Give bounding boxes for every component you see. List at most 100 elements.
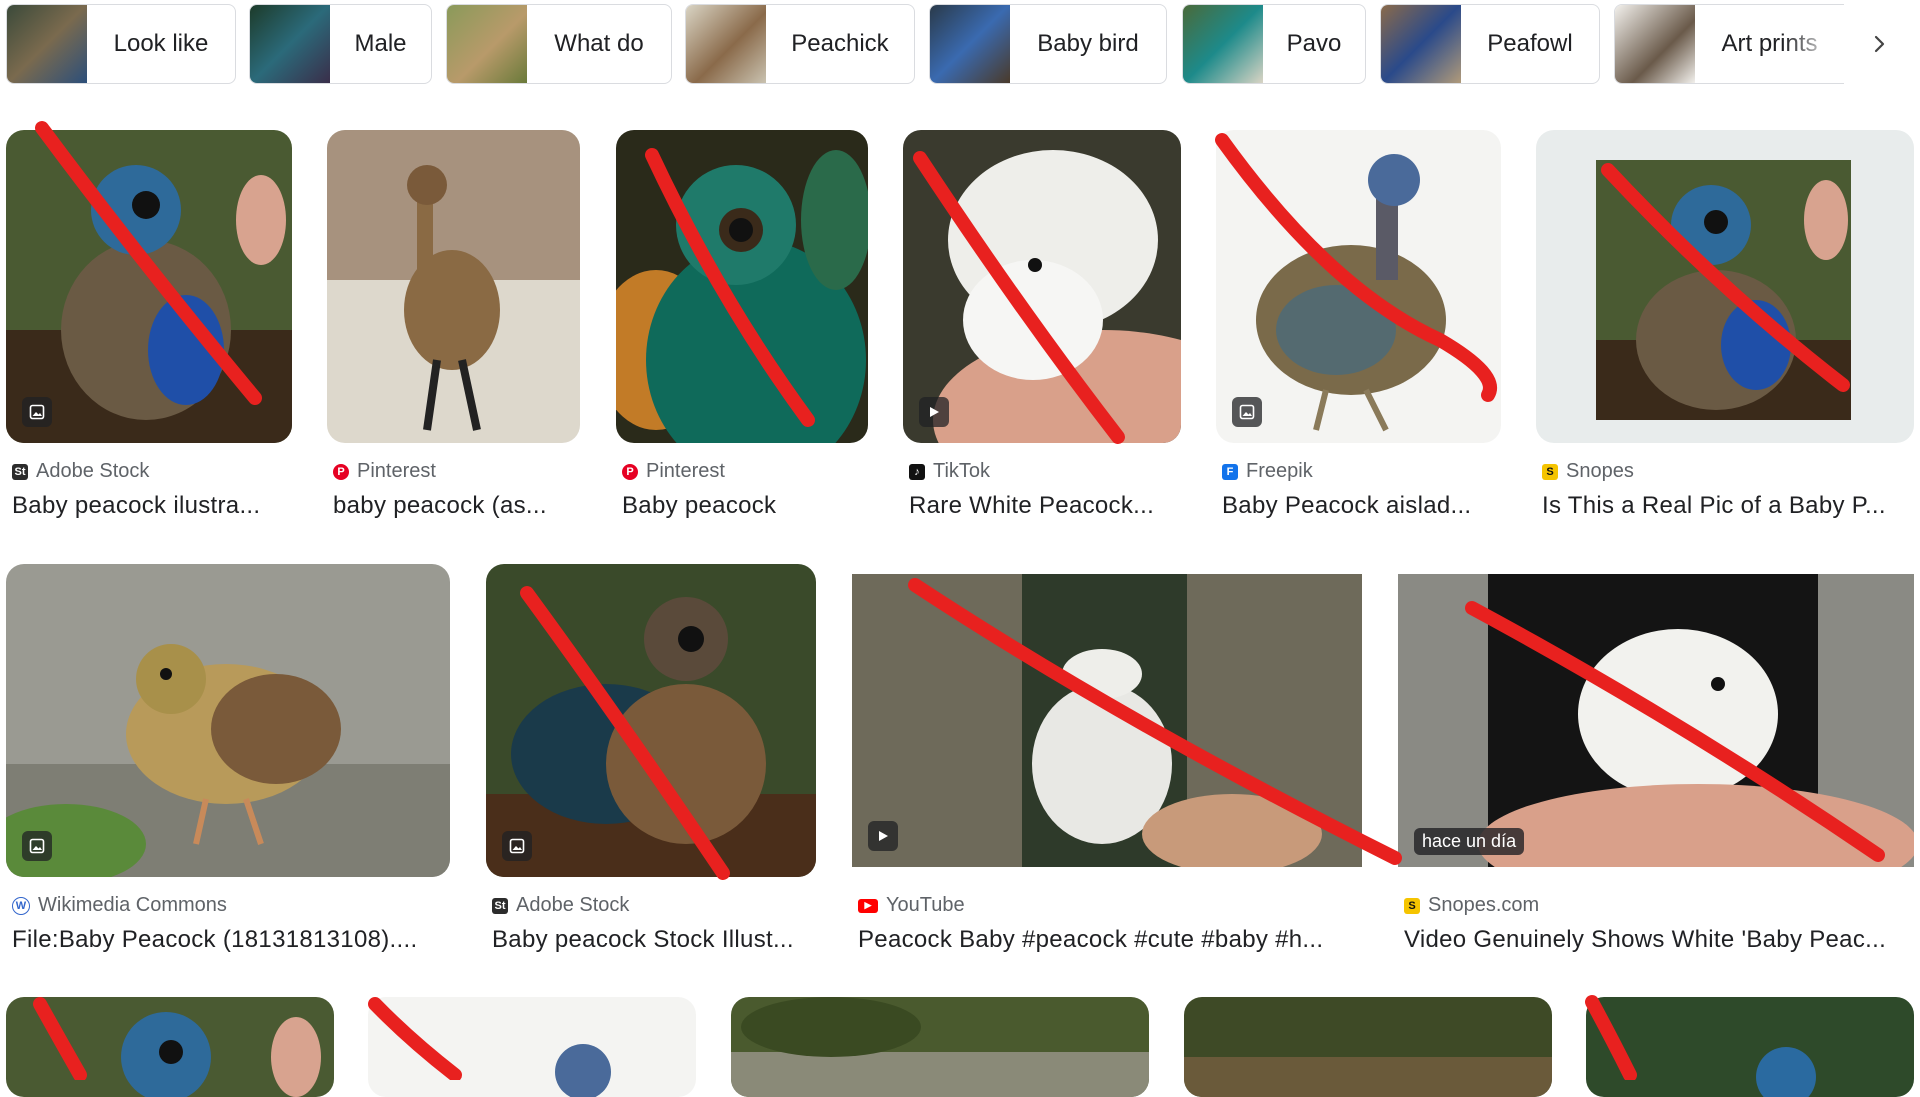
- result-card[interactable]: P Pinterest baby peacock (as...: [327, 130, 580, 530]
- result-thumbnail[interactable]: hace un día: [1398, 574, 1914, 867]
- real-peachick-photo-image: [6, 564, 450, 877]
- chip-thumbnail: [686, 5, 766, 83]
- result-title[interactable]: baby peacock (as...: [333, 492, 573, 520]
- baby-peacock-fact-check-image: [1536, 130, 1914, 443]
- result-thumbnail[interactable]: [616, 130, 868, 443]
- result-title[interactable]: File:Baby Peacock (18131813108)....: [12, 926, 442, 954]
- result-card[interactable]: S Snopes Is This a Real Pic of a Baby P..…: [1536, 130, 1914, 530]
- result-card[interactable]: ▶ YouTube Peacock Baby #peacock #cute #ba…: [852, 574, 1362, 964]
- result-title[interactable]: Peacock Baby #peacock #cute #baby #h...: [858, 926, 1353, 954]
- result-card[interactable]: hace un día S Snopes.com Video Genuinely …: [1398, 574, 1914, 964]
- image-icon: [29, 404, 45, 420]
- result-source[interactable]: ♪ TikTok: [909, 460, 990, 483]
- image-badge: [502, 831, 532, 861]
- chip-label: Baby bird: [1037, 30, 1139, 57]
- pinterest-favicon: P: [333, 463, 349, 480]
- result-card[interactable]: [368, 997, 696, 1097]
- peachick-outdoor-image: [1184, 997, 1552, 1097]
- chip-label: Peachick: [791, 30, 889, 57]
- peachick-walking-image: [327, 130, 580, 443]
- result-thumbnail[interactable]: [327, 130, 580, 443]
- snopes-favicon: S: [1542, 463, 1558, 480]
- result-thumbnail[interactable]: [6, 564, 450, 877]
- chip-what-do[interactable]: What do: [446, 4, 672, 84]
- result-source[interactable]: F Freepik: [1222, 460, 1313, 483]
- result-title[interactable]: Video Genuinely Shows White 'Baby Peac..…: [1404, 926, 1904, 954]
- image-icon: [29, 838, 45, 854]
- chip-thumbnail: [1381, 5, 1461, 83]
- result-thumbnail[interactable]: [368, 997, 696, 1097]
- baby-peacock-illustration-image: [6, 997, 334, 1097]
- result-thumbnail[interactable]: [1184, 997, 1552, 1097]
- chip-thumbnail: [447, 5, 527, 83]
- chevron-right-icon: [1874, 35, 1885, 53]
- result-title[interactable]: Baby peacock ilustra...: [12, 492, 287, 520]
- image-icon: [509, 838, 525, 854]
- chip-peafowl[interactable]: Peafowl: [1380, 4, 1600, 84]
- adobe-stock-favicon: St: [12, 463, 28, 480]
- result-thumbnail[interactable]: [1216, 130, 1501, 443]
- result-card[interactable]: ♪ TikTok Rare White Peacock...: [903, 130, 1181, 530]
- result-source[interactable]: P Pinterest: [333, 460, 436, 483]
- result-source[interactable]: W Wikimedia Commons: [12, 894, 227, 917]
- chip-art-prints[interactable]: Art prints: [1614, 4, 1844, 84]
- chip-label: Peafowl: [1487, 30, 1573, 57]
- image-badge: [1232, 397, 1262, 427]
- result-card[interactable]: [1586, 997, 1914, 1097]
- result-thumbnail[interactable]: [1536, 130, 1914, 443]
- freepik-favicon: F: [1222, 463, 1238, 480]
- chip-baby-bird[interactable]: Baby bird: [929, 4, 1167, 84]
- result-card[interactable]: F Freepik Baby Peacock aislad...: [1216, 130, 1501, 530]
- result-source[interactable]: S Snopes.com: [1404, 894, 1539, 917]
- result-title[interactable]: Baby Peacock aislad...: [1222, 492, 1494, 520]
- peacock-chick-closeup-image: [1586, 997, 1914, 1097]
- result-card[interactable]: St Adobe Stock Baby peacock ilustra...: [6, 130, 292, 530]
- result-card[interactable]: W Wikimedia Commons File:Baby Peacock (18…: [6, 564, 450, 964]
- chip-pavo[interactable]: Pavo: [1182, 4, 1366, 84]
- result-thumbnail[interactable]: [903, 130, 1181, 443]
- result-card[interactable]: [6, 997, 334, 1097]
- chip-thumbnail: [930, 5, 1010, 83]
- result-title[interactable]: Rare White Peacock...: [909, 492, 1174, 520]
- result-thumbnail[interactable]: [6, 130, 292, 443]
- video-badge: [868, 821, 898, 851]
- related-searches-chips: Look like Male What do Peachick Baby bir…: [0, 0, 1920, 100]
- result-thumbnail[interactable]: [486, 564, 816, 877]
- play-icon: [879, 831, 888, 841]
- result-title[interactable]: Is This a Real Pic of a Baby P...: [1542, 492, 1907, 520]
- chip-peachick[interactable]: Peachick: [685, 4, 915, 84]
- tiktok-favicon: ♪: [909, 463, 925, 480]
- image-badge: [22, 831, 52, 861]
- result-source[interactable]: P Pinterest: [622, 460, 725, 483]
- result-source[interactable]: S Snopes: [1542, 460, 1634, 483]
- result-thumbnail[interactable]: [6, 997, 334, 1097]
- result-thumbnail[interactable]: [852, 574, 1362, 867]
- chip-male[interactable]: Male: [249, 4, 432, 84]
- youtube-favicon: ▶: [858, 898, 878, 913]
- peacock-baby-video-image: [852, 574, 1362, 867]
- result-card[interactable]: P Pinterest Baby peacock: [616, 130, 868, 530]
- image-badge: [22, 397, 52, 427]
- result-thumbnail[interactable]: [731, 997, 1149, 1097]
- wikimedia-favicon: W: [12, 896, 30, 915]
- result-card[interactable]: St Adobe Stock Baby peacock Stock Illust.…: [486, 564, 816, 964]
- chip-thumbnail: [1615, 5, 1695, 83]
- result-source[interactable]: St Adobe Stock: [12, 460, 149, 483]
- chip-look-like[interactable]: Look like: [6, 4, 236, 84]
- chip-thumbnail: [250, 5, 330, 83]
- result-source[interactable]: ▶ YouTube: [858, 894, 965, 917]
- snopes-favicon: S: [1404, 897, 1420, 914]
- result-card[interactable]: [731, 997, 1149, 1097]
- result-title[interactable]: Baby peacock: [622, 492, 862, 520]
- peachick-outdoor-image: [731, 997, 1149, 1097]
- result-thumbnail[interactable]: [1586, 997, 1914, 1097]
- result-title[interactable]: Baby peacock Stock Illust...: [492, 926, 810, 954]
- result-source[interactable]: St Adobe Stock: [492, 894, 629, 917]
- baby-peacock-illustration-image: [6, 130, 292, 443]
- chip-label: Pavo: [1286, 30, 1342, 57]
- chip-fade: [1784, 5, 1844, 83]
- image-icon: [1239, 404, 1255, 420]
- result-card[interactable]: [1184, 997, 1552, 1097]
- chip-scroll-next-button[interactable]: [1855, 20, 1903, 68]
- date-tag: hace un día: [1414, 828, 1525, 855]
